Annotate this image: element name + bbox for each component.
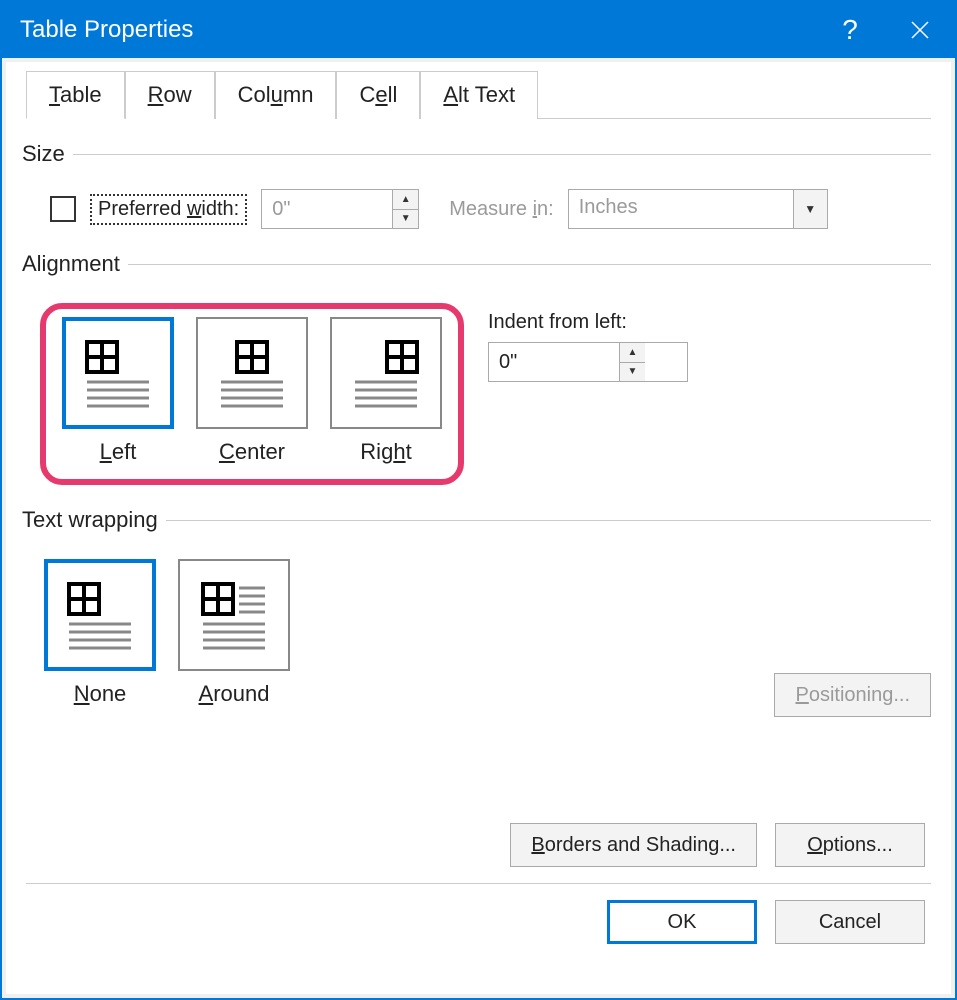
measure-in-label: Measure in: <box>449 198 554 221</box>
alignment-highlight: Left <box>40 303 464 485</box>
align-left-label: Left <box>100 439 137 465</box>
tab-table[interactable]: Table <box>26 71 125 119</box>
wrap-none-label: None <box>74 681 127 707</box>
preferred-width-field[interactable]: ▲ ▼ <box>261 189 419 229</box>
tab-column[interactable]: Column <box>215 71 337 119</box>
wrap-around-option[interactable]: Around <box>178 559 290 707</box>
options-button[interactable]: Options... <box>775 823 925 867</box>
cancel-button[interactable]: Cancel <box>775 900 925 944</box>
alignment-group: Alignment <box>26 251 931 485</box>
chevron-down-icon: ▼ <box>793 190 827 228</box>
spinner-down-icon[interactable]: ▼ <box>620 363 645 382</box>
preferred-width-checkbox[interactable] <box>50 196 76 222</box>
align-center-icon <box>196 317 308 429</box>
indent-input[interactable] <box>489 343 619 381</box>
wrap-none-option[interactable]: None <box>44 559 156 707</box>
measure-in-value: Inches <box>569 190 793 228</box>
size-group: Size Preferred width: ▲ ▼ Measure in: In… <box>26 141 931 229</box>
dialog-content: Table Row Column Cell Alt Text Size Pref… <box>6 62 951 994</box>
preferred-width-input[interactable] <box>262 190 392 228</box>
close-button[interactable] <box>885 2 955 58</box>
tab-row[interactable]: Row <box>125 71 215 119</box>
positioning-button: Positioning... <box>774 673 931 717</box>
align-center-label: Center <box>219 439 285 465</box>
align-right-icon <box>330 317 442 429</box>
indent-label: Indent from left: <box>488 311 688 334</box>
preferred-width-spinner[interactable]: ▲ ▼ <box>392 190 418 228</box>
wrap-around-label: Around <box>199 681 270 707</box>
size-legend: Size <box>22 141 73 167</box>
measure-in-select[interactable]: Inches ▼ <box>568 189 828 229</box>
wrapping-legend: Text wrapping <box>22 507 166 533</box>
align-left-icon <box>62 317 174 429</box>
align-right-label: Right <box>360 439 411 465</box>
window-title: Table Properties <box>20 16 815 44</box>
help-button[interactable]: ? <box>815 2 885 58</box>
tab-cell[interactable]: Cell <box>336 71 420 119</box>
spinner-up-icon[interactable]: ▲ <box>393 190 418 210</box>
borders-shading-button[interactable]: Borders and Shading... <box>510 823 757 867</box>
titlebar: Table Properties ? <box>2 2 955 58</box>
wrap-around-icon <box>178 559 290 671</box>
align-center-option[interactable]: Center <box>196 317 308 465</box>
indent-spinner[interactable]: ▲ ▼ <box>619 343 645 381</box>
preferred-width-label: Preferred width: <box>90 194 247 225</box>
align-left-option[interactable]: Left <box>62 317 174 465</box>
wrapping-group: Text wrapping <box>26 507 931 717</box>
tab-strip: Table Row Column Cell Alt Text <box>26 70 931 119</box>
dialog-window: Table Properties ? Table Row Column Cell… <box>0 0 957 1000</box>
close-icon <box>910 20 930 40</box>
spinner-up-icon[interactable]: ▲ <box>620 343 645 363</box>
wrap-none-icon <box>44 559 156 671</box>
align-right-option[interactable]: Right <box>330 317 442 465</box>
alignment-legend: Alignment <box>22 251 128 277</box>
indent-field[interactable]: ▲ ▼ <box>488 342 688 382</box>
tab-alttext[interactable]: Alt Text <box>420 71 538 119</box>
ok-button[interactable]: OK <box>607 900 757 944</box>
spinner-down-icon[interactable]: ▼ <box>393 210 418 229</box>
